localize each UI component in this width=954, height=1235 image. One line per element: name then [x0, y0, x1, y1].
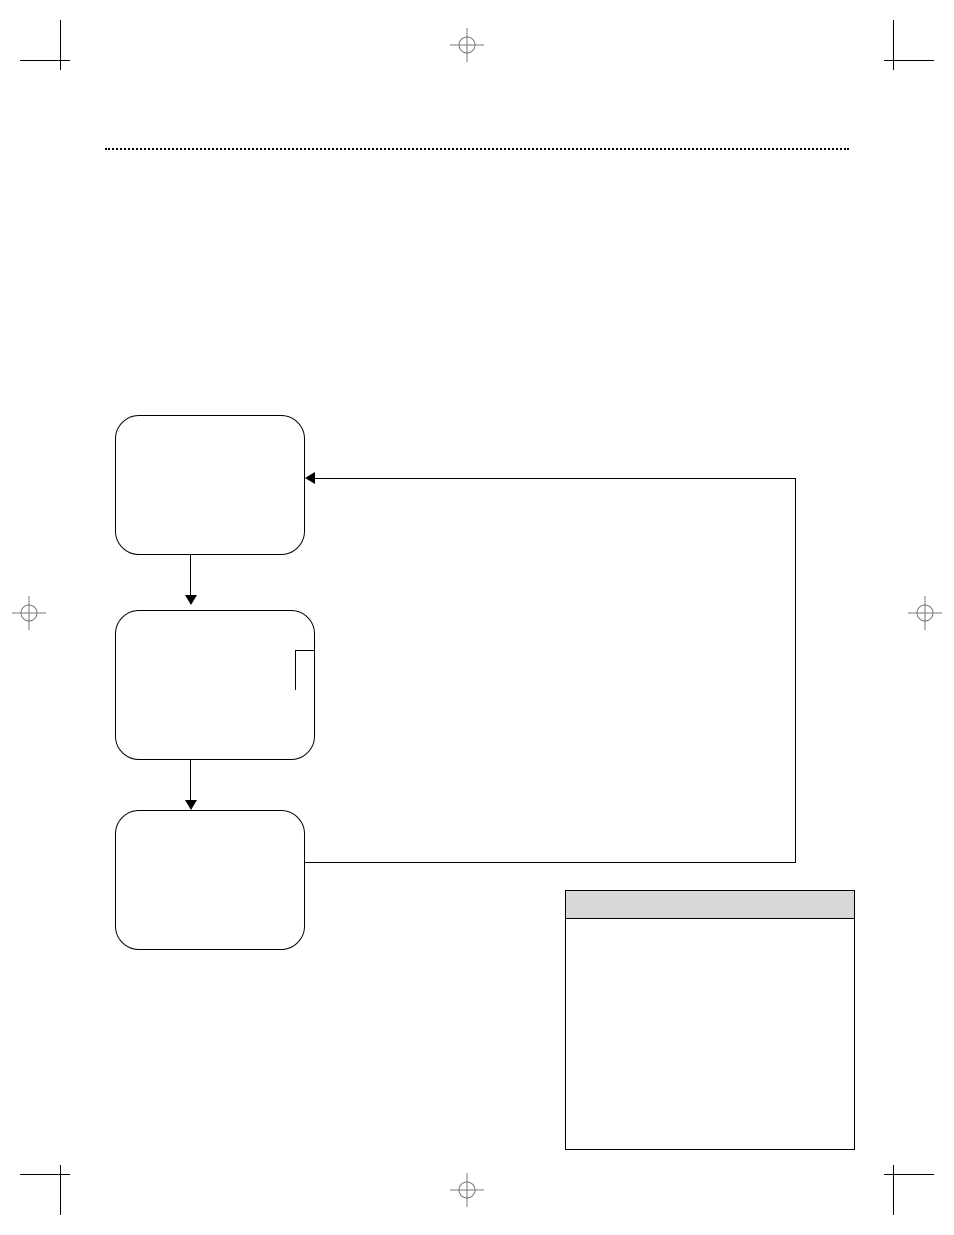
crop-mark [60, 1165, 61, 1215]
arrow-down-icon [185, 595, 197, 605]
flow-connector [190, 760, 191, 800]
flow-connector [305, 862, 795, 863]
crop-mark [884, 1174, 934, 1175]
flow-connector [315, 478, 796, 479]
flow-connector [190, 555, 191, 595]
flow-node-b [115, 610, 315, 760]
info-panel-header [566, 891, 854, 919]
registration-mark-icon [450, 28, 484, 62]
dotted-rule [105, 148, 849, 150]
crop-mark [20, 1174, 70, 1175]
flow-connector [795, 478, 796, 863]
registration-mark-icon [908, 596, 942, 630]
registration-mark-icon [12, 596, 46, 630]
crop-mark [884, 60, 934, 61]
page [0, 0, 954, 1235]
crop-mark [20, 60, 70, 61]
flow-node-c [115, 810, 305, 950]
info-panel-body [566, 919, 854, 931]
info-panel [565, 890, 855, 1150]
arrow-down-icon [185, 800, 197, 810]
flow-connector [295, 650, 315, 651]
arrow-left-icon [305, 472, 315, 484]
crop-mark [893, 20, 894, 70]
crop-mark [60, 20, 61, 70]
crop-mark [893, 1165, 894, 1215]
flow-connector [295, 650, 296, 690]
flow-node-a [115, 415, 305, 555]
registration-mark-icon [450, 1173, 484, 1207]
